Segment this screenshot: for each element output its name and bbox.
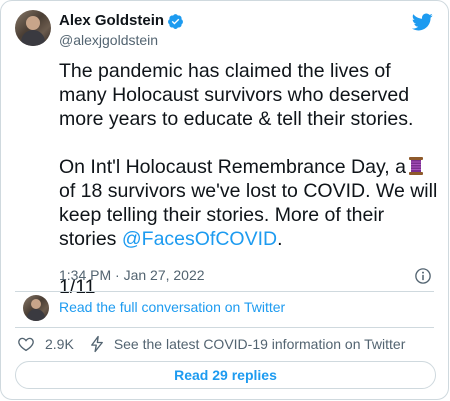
tweet-paragraph-2-start: On Int'l Holocaust Remembrance Day, a bbox=[59, 156, 406, 178]
action-bar: 2.9K See the latest COVID-19 information… bbox=[17, 335, 405, 353]
divider bbox=[15, 327, 434, 328]
like-button[interactable]: 2.9K bbox=[17, 335, 88, 353]
heart-icon bbox=[18, 337, 34, 352]
read-full-conversation-link[interactable]: Read the full conversation on Twitter bbox=[59, 299, 285, 315]
author-avatar[interactable] bbox=[15, 10, 51, 46]
tweet-paragraph-2: On Int'l Holocaust Remembrance Day, a of… bbox=[59, 155, 439, 251]
twitter-bird-icon[interactable] bbox=[410, 11, 434, 33]
conversation-avatar[interactable] bbox=[23, 295, 49, 321]
like-count: 2.9K bbox=[45, 336, 74, 352]
verified-badge-icon bbox=[168, 13, 183, 29]
author-handle[interactable]: @alexjgoldstein bbox=[59, 31, 158, 49]
read-replies-button[interactable]: Read 29 replies bbox=[15, 361, 436, 389]
tweet-body: The pandemic has claimed the lives of ma… bbox=[59, 59, 439, 299]
divider bbox=[15, 291, 434, 292]
mention-link[interactable]: @FacesOfCOVID bbox=[122, 228, 277, 250]
author-display-name[interactable]: Alex Goldstein bbox=[59, 12, 164, 30]
covid-info-link[interactable]: See the latest COVID-19 information on T… bbox=[88, 335, 406, 353]
covid-info-label: See the latest COVID-19 information on T… bbox=[113, 336, 406, 352]
info-icon[interactable] bbox=[414, 267, 432, 285]
tweet-paragraph-1: The pandemic has claimed the lives of ma… bbox=[59, 60, 414, 130]
tweet-timestamp[interactable]: 1:34 PM · Jan 27, 2022 bbox=[59, 267, 205, 283]
author-name-row[interactable]: Alex Goldstein bbox=[59, 12, 184, 30]
lightning-icon bbox=[90, 335, 103, 353]
thread-spool-emoji-icon bbox=[408, 157, 423, 175]
tweet-card: Alex Goldstein @alexjgoldstein The pande… bbox=[0, 0, 449, 400]
mention-suffix: . bbox=[277, 228, 283, 250]
